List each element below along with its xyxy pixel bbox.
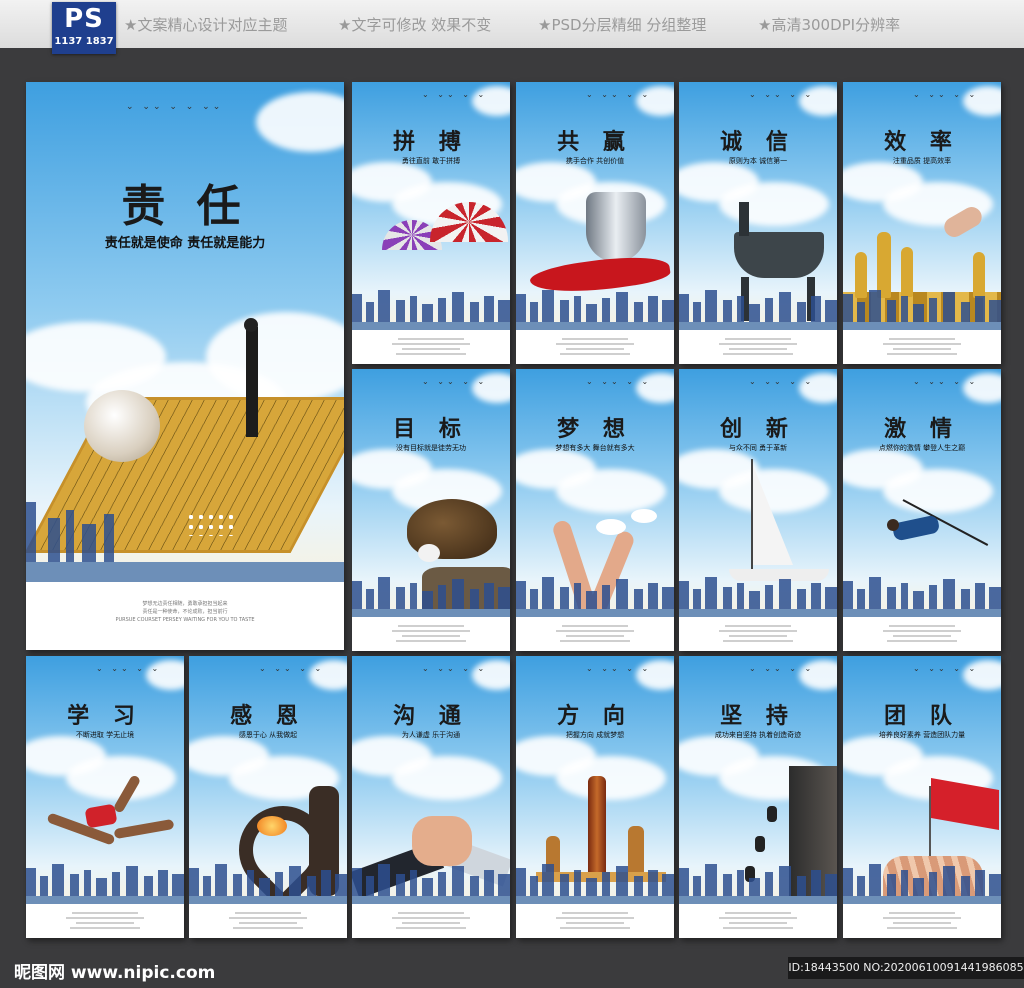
poster-chess-gold: ⌄ ⌄⌄ ⌄ ⌄ 效 率 注重品质 提高效率 (843, 82, 1001, 364)
poster-sky: ⌄ ⌄⌄ ⌄ ⌄ 目 标 没有目标就是徒劳无功 (352, 369, 510, 617)
poster-sky: ⌄ ⌄⌄ ⌄ ⌄ 团 队 培养良好素养 营造团队力量 (843, 656, 1001, 904)
ps-badge-number: 1137 1837 (54, 36, 114, 47)
ps-badge-label: PS (64, 4, 104, 34)
poster-title: 创 新 (720, 416, 796, 442)
poster-climbers: ⌄ ⌄⌄ ⌄ ⌄ 坚 持 成功来自坚持 执着创造奇迹 (679, 656, 837, 938)
poster-main-body-line-2: 责任是一种使命，不论成败，担当前行 (142, 609, 228, 615)
poster-trophy: ⌄ ⌄⌄ ⌄ ⌄ 共 赢 携手合作 共创价值 (516, 82, 674, 364)
poster-subtitle: 没有目标就是徒劳无功 (396, 444, 466, 452)
poster-handshake: ⌄ ⌄⌄ ⌄ ⌄ 沟 通 为人谦虚 乐于沟通 (352, 656, 510, 938)
poster-main-body-line-1: 梦想无边责任相随，勇敢承担担当起来 (142, 601, 228, 607)
poster-subtitle: 点燃你的激情 攀登人生之巅 (878, 444, 966, 452)
poster-title: 目 标 (393, 416, 469, 442)
poster-title: 共 赢 (557, 129, 633, 155)
poster-title: 沟 通 (393, 703, 469, 729)
poster-pole-vault: ⌄ ⌄⌄ ⌄ ⌄ 激 情 点燃你的激情 攀登人生之巅 (843, 369, 1001, 651)
poster-main-tagline: 责任就是使命 责任就是能力 (104, 236, 266, 251)
poster-subtitle: 不断进取 学无止境 (75, 731, 135, 739)
poster-heart-hands: ⌄ ⌄⌄ ⌄ ⌄ 感 恩 感恩于心 从我做起 (189, 656, 347, 938)
poster-title: 激 情 (884, 416, 960, 442)
poster-eagle: ⌄ ⌄⌄ ⌄ ⌄ 目 标 没有目标就是徒劳无功 (352, 369, 510, 651)
go-bowl-graphic (84, 390, 160, 462)
poster-title: 效 率 (884, 129, 960, 155)
poster-sky: ⌄ ⌄⌄ ⌄ ⌄ 激 情 点燃你的激情 攀登人生之巅 (843, 369, 1001, 617)
poster-sky: ⌄ ⌄⌄ ⌄ ⌄ 创 新 与众不同 勇于革新 (679, 369, 837, 617)
poster-cauldron: ⌄ ⌄⌄ ⌄ ⌄ 诚 信 原则为本 诚信第一 (679, 82, 837, 364)
poster-subtitle: 感恩于心 从我做起 (238, 731, 298, 739)
poster-title: 感 恩 (230, 703, 306, 729)
poster-title: 拼 搏 (393, 129, 469, 155)
poster-sky: ⌄ ⌄⌄ ⌄ ⌄ 坚 持 成功来自坚持 执着创造奇迹 (679, 656, 837, 904)
poster-subtitle: 为人谦虚 乐于沟通 (401, 731, 461, 739)
poster-main-body-line-3: PURSUE COURSET PERSEY WAITING FOR YOU TO… (115, 617, 255, 623)
poster-title: 方 向 (557, 703, 633, 729)
image-id-bar: ID:18443500 NO:20200610091441986085 (788, 957, 1024, 979)
poster-sky: ⌄ ⌄⌄ ⌄ ⌄ 效 率 注重品质 提高效率 (843, 82, 1001, 330)
poster-chess-bronze: ⌄ ⌄⌄ ⌄ ⌄ 方 向 把握方向 成就梦想 (516, 656, 674, 938)
poster-sky: ⌄ ⌄⌄ ⌄ ⌄ 梦 想 梦想有多大 舞台就有多大 (516, 369, 674, 617)
poster-subtitle: 原则为本 诚信第一 (728, 157, 788, 165)
feature-psd-layers: ★PSD分层精细 分组整理 (538, 16, 707, 34)
poster-hands-dove: ⌄ ⌄⌄ ⌄ ⌄ 梦 想 梦想有多大 舞台就有多大 (516, 369, 674, 651)
poster-main-sky: ⌄ ⌄⌄ ⌄ ⌄ ⌄⌄ 责 任 责任就是使命 责任就是能力 (26, 82, 344, 582)
poster-flag-hands: ⌄ ⌄⌄ ⌄ ⌄ 团 队 培养良好素养 营造团队力量 (843, 656, 1001, 938)
poster-subtitle: 梦想有多大 舞台就有多大 (555, 444, 635, 452)
poster-subtitle: 把握方向 成就梦想 (565, 731, 625, 739)
nipic-watermark: 昵图网 www.nipic.com (14, 963, 216, 983)
poster-runner: ⌄ ⌄⌄ ⌄ ⌄ 学 习 不断进取 学无止境 (26, 656, 184, 938)
poster-subtitle: 勇往直前 敢于拼搏 (401, 157, 461, 165)
feature-copy: ★文案精心设计对应主题 (124, 16, 288, 34)
feature-editable-text: ★文字可修改 效果不变 (338, 16, 492, 34)
poster-title: 诚 信 (720, 129, 796, 155)
poster-sky: ⌄ ⌄⌄ ⌄ ⌄ 拼 搏 勇往直前 敢于拼搏 (352, 82, 510, 330)
poster-parachutes: ⌄ ⌄⌄ ⌄ ⌄ 拼 搏 勇往直前 敢于拼搏 (352, 82, 510, 364)
poster-subtitle: 与众不同 勇于革新 (728, 444, 788, 452)
poster-sky: ⌄ ⌄⌄ ⌄ ⌄ 沟 通 为人谦虚 乐于沟通 (352, 656, 510, 904)
poster-sky: ⌄ ⌄⌄ ⌄ ⌄ 诚 信 原则为本 诚信第一 (679, 82, 837, 330)
poster-subtitle: 成功来自坚持 执着创造奇迹 (714, 731, 802, 739)
poster-sky: ⌄ ⌄⌄ ⌄ ⌄ 感 恩 感恩于心 从我做起 (189, 656, 347, 904)
poster-sky: ⌄ ⌄⌄ ⌄ ⌄ 共 赢 携手合作 共创价值 (516, 82, 674, 330)
poster-title: 学 习 (67, 703, 143, 729)
businessman-figure (246, 327, 258, 437)
poster-subtitle: 注重品质 提高效率 (892, 157, 952, 165)
feature-resolution: ★高清300DPI分辨率 (758, 16, 901, 34)
poster-sailboat: ⌄ ⌄⌄ ⌄ ⌄ 创 新 与众不同 勇于革新 (679, 369, 837, 651)
poster-title: 坚 持 (720, 703, 796, 729)
ps-badge: PS 1137 1837 (52, 2, 116, 54)
poster-title: 梦 想 (557, 416, 633, 442)
top-banner: PS 1137 1837 ★文案精心设计对应主题 ★文字可修改 效果不变 ★PS… (0, 0, 1024, 54)
poster-main-responsibility: ⌄ ⌄⌄ ⌄ ⌄ ⌄⌄ 责 任 责任就是使命 责任就是能力 梦想无边责任相随，勇… (26, 82, 344, 650)
poster-main-title: 责 任 (121, 181, 249, 232)
poster-sky: ⌄ ⌄⌄ ⌄ ⌄ 方 向 把握方向 成就梦想 (516, 656, 674, 904)
poster-title: 团 队 (884, 703, 960, 729)
poster-subtitle: 培养良好素养 营造团队力量 (878, 731, 966, 739)
poster-sky: ⌄ ⌄⌄ ⌄ ⌄ 学 习 不断进取 学无止境 (26, 656, 184, 904)
poster-subtitle: 携手合作 共创价值 (565, 157, 625, 165)
